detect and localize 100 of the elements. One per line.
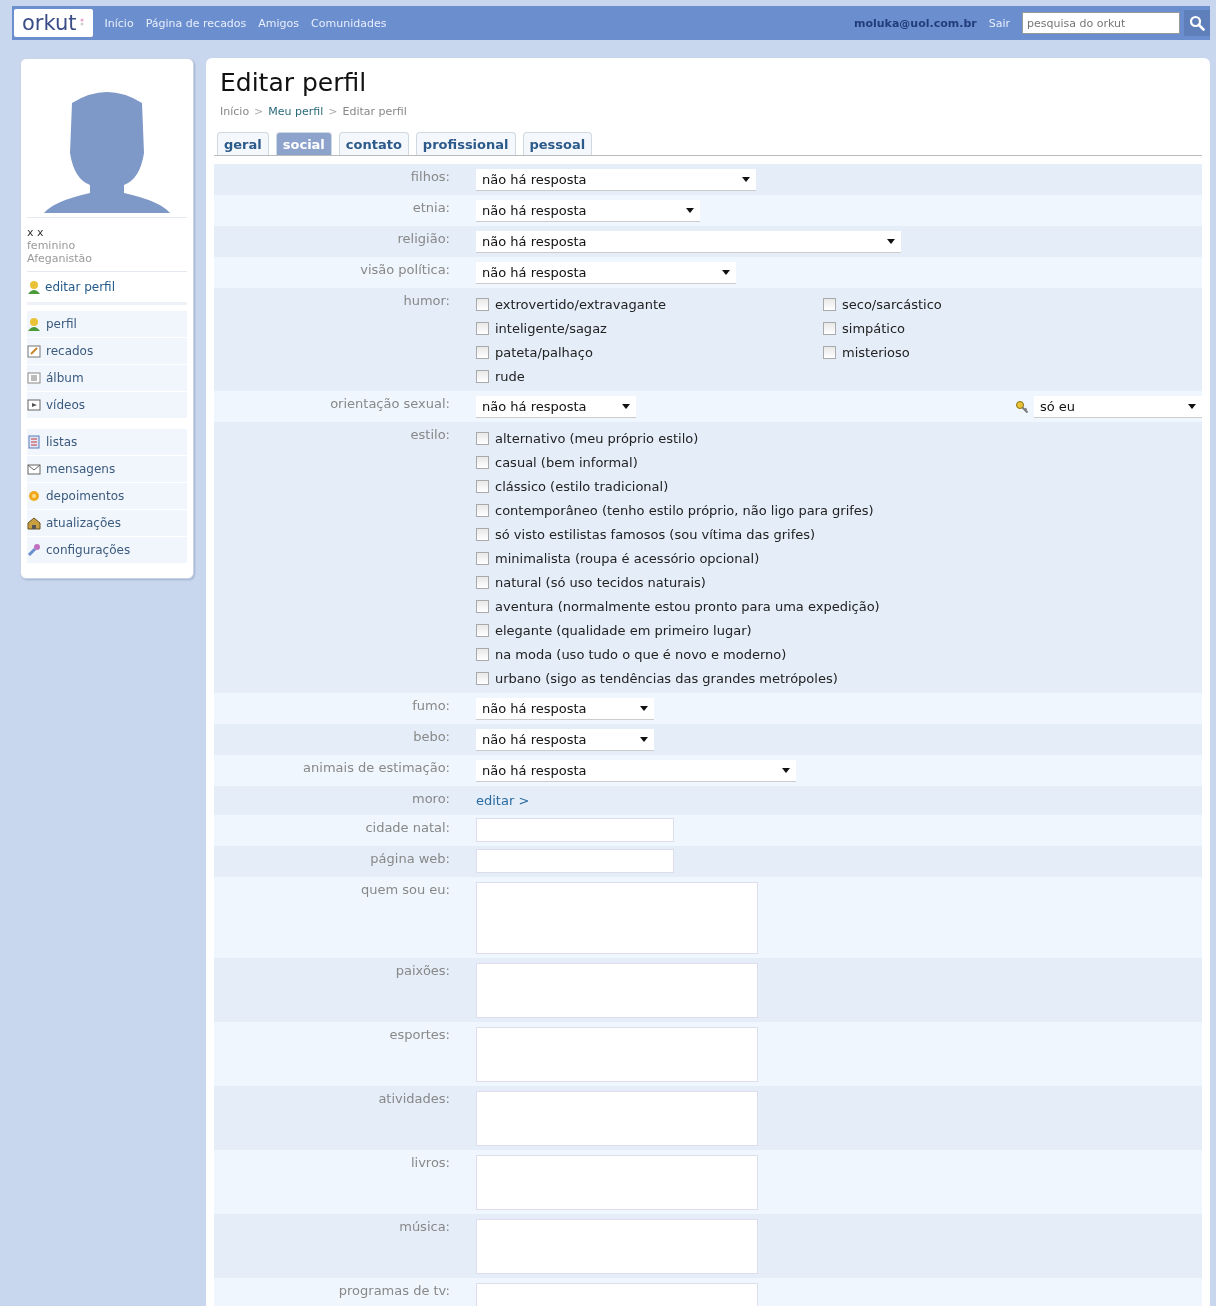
checkbox-label: rude <box>495 368 525 384</box>
tab[interactable]: geral <box>217 132 269 155</box>
field-label: paixões: <box>394 962 451 978</box>
checkbox[interactable] <box>823 345 836 359</box>
field-label: programas de tv: <box>337 1282 451 1298</box>
checkbox-label: alternativo (meu próprio estilo) <box>495 430 699 446</box>
checkbox[interactable] <box>823 321 836 335</box>
checkbox[interactable] <box>476 431 489 445</box>
breadcrumb-separator: > <box>254 105 264 118</box>
caret-icon <box>686 207 694 213</box>
checkbox-label: extrovertido/extravagante <box>495 296 666 312</box>
checkbox[interactable] <box>823 297 836 311</box>
edit-profile-link[interactable]: editar perfil <box>27 272 187 305</box>
sidebar-item[interactable]: atualizações <box>27 510 187 537</box>
field-label: cidade natal: <box>364 819 451 837</box>
field-label: humor: <box>402 292 451 310</box>
search-icon <box>1189 15 1205 31</box>
profile-country: Afeganistão <box>27 252 94 265</box>
checkbox[interactable] <box>476 345 489 359</box>
text-area[interactable] <box>476 1219 758 1274</box>
search-field[interactable]: pesquisa do orkut <box>1022 12 1180 34</box>
orkut-logo[interactable]: orkut <box>14 9 93 37</box>
text-area[interactable] <box>476 882 758 954</box>
checkbox[interactable] <box>476 479 489 493</box>
field-label: visão política: <box>359 261 451 279</box>
field-label: orientação sexual: <box>329 395 451 413</box>
text-field[interactable] <box>476 849 674 873</box>
checkbox[interactable] <box>476 575 489 589</box>
field-label: estilo: <box>409 426 451 444</box>
checkbox[interactable] <box>476 599 489 613</box>
field-label: esportes: <box>388 1026 451 1042</box>
sidebar-item[interactable]: recados <box>27 338 187 365</box>
sidebar-item[interactable]: configurações <box>27 537 187 564</box>
checkbox-label: natural (só uso tecidos naturais) <box>495 574 706 590</box>
dropdown[interactable]: não há resposta <box>476 759 796 782</box>
field-label: etnia: <box>411 199 451 217</box>
checkbox-label: simpático <box>842 320 906 336</box>
dropdown[interactable]: não há resposta <box>476 395 636 418</box>
dropdown[interactable]: não há resposta <box>476 230 901 253</box>
field-label: atividades: <box>377 1090 451 1106</box>
list-icon <box>27 435 41 449</box>
caret-icon <box>1188 403 1196 409</box>
breadcrumb-link[interactable]: Meu perfil <box>268 105 324 118</box>
tab[interactable]: profissional <box>415 132 516 155</box>
checkbox-label: seco/sarcástico <box>842 296 942 312</box>
dropdown[interactable]: não há resposta <box>476 168 756 191</box>
text-area[interactable] <box>476 1027 758 1082</box>
checkbox[interactable] <box>476 321 489 335</box>
sidebar-item[interactable]: álbum <box>27 365 187 392</box>
breadcrumb-link[interactable]: Editar perfil <box>342 105 407 118</box>
checkbox[interactable] <box>476 369 489 383</box>
sidebar-item[interactable]: mensagens <box>27 456 187 483</box>
checkbox-label: aventura (normalmente estou pronto para uma expedição) <box>495 598 880 614</box>
search-button[interactable] <box>1184 10 1210 36</box>
dropdown[interactable]: não há resposta <box>476 728 654 751</box>
checkbox-label: na moda (uso tudo o que é novo e moderno) <box>495 646 787 662</box>
tab[interactable]: pessoal <box>522 132 593 155</box>
field-label: página web: <box>369 850 451 868</box>
profile-gender: feminino <box>27 239 77 252</box>
edit-link[interactable]: editar > <box>476 790 530 811</box>
checkbox-label: contemporâneo (tenho estilo próprio, não ligo para grifes) <box>495 502 874 518</box>
checkbox-label: minimalista (roupa é acessório opcional) <box>495 550 760 566</box>
page-title: Editar perfil <box>220 68 368 97</box>
checkbox[interactable] <box>476 527 489 541</box>
caret-icon <box>887 238 895 244</box>
checkbox-label: clássico (estilo tradicional) <box>495 478 669 494</box>
text-area[interactable] <box>476 963 758 1018</box>
field-label: quem sou eu: <box>360 881 451 897</box>
field-label: moro: <box>411 790 451 808</box>
caret-icon <box>722 269 730 275</box>
tab[interactable]: contato <box>338 132 409 155</box>
text-area[interactable] <box>476 1155 758 1210</box>
checkbox[interactable] <box>476 623 489 637</box>
breadcrumb-separator: > <box>328 105 338 118</box>
checkbox[interactable] <box>476 647 489 661</box>
checkbox[interactable] <box>476 671 489 685</box>
checkbox[interactable] <box>476 297 489 311</box>
privacy-dropdown[interactable]: só eu <box>1034 395 1202 418</box>
checkbox[interactable] <box>476 551 489 565</box>
text-field[interactable] <box>476 818 674 842</box>
sidebar-item[interactable]: depoimentos <box>27 483 187 510</box>
field-label: fumo: <box>411 697 451 715</box>
checkbox-label: pateta/palhaço <box>495 344 593 360</box>
dropdown[interactable]: não há resposta <box>476 261 736 284</box>
dropdown[interactable]: não há resposta <box>476 697 654 720</box>
dropdown[interactable]: não há resposta <box>476 199 700 222</box>
checkbox-label: elegante (qualidade em primeiro lugar) <box>495 622 752 638</box>
caret-icon <box>782 767 790 773</box>
checkbox-label: misterioso <box>842 344 910 360</box>
sidebar-item[interactable]: listas <box>27 429 187 456</box>
caret-icon <box>622 403 630 409</box>
sidebar-item[interactable]: vídeos <box>27 392 187 419</box>
checkbox[interactable] <box>476 455 489 469</box>
text-area[interactable] <box>476 1091 758 1146</box>
key-icon <box>1015 399 1029 414</box>
checkbox[interactable] <box>476 503 489 517</box>
checkbox-label: casual (bem informal) <box>495 454 638 470</box>
breadcrumb-link[interactable]: Início <box>220 105 250 118</box>
sidebar-item[interactable]: perfil <box>27 311 187 338</box>
field-label: religião: <box>396 230 451 248</box>
